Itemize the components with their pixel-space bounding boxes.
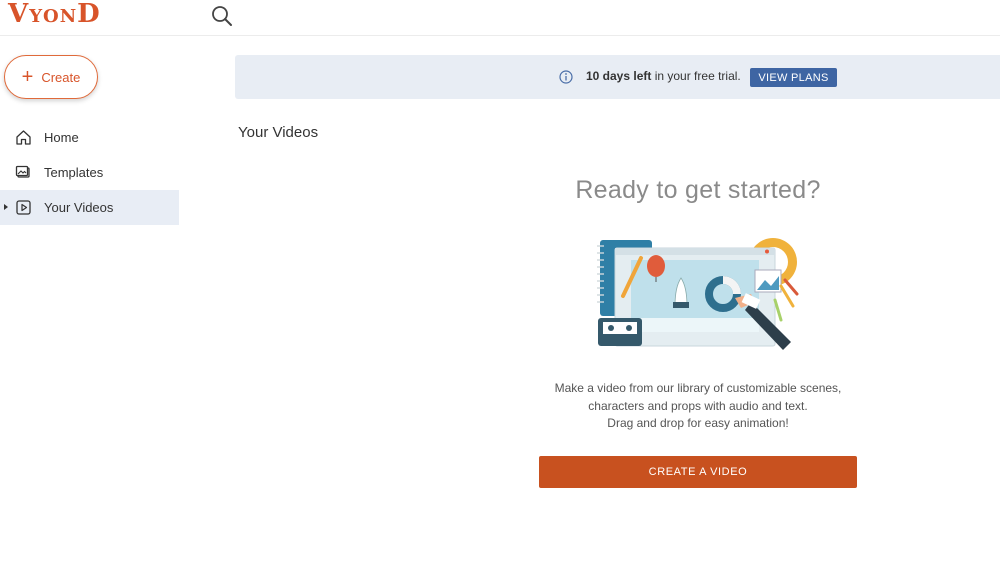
trial-days-left: 10 days left (586, 69, 652, 83)
empty-state-illustration (595, 236, 810, 356)
sidebar-item-templates[interactable]: Templates (0, 155, 179, 190)
description-line: characters and props with audio and text… (588, 398, 808, 413)
page-title: Your Videos (238, 124, 319, 141)
trial-suffix: in your free trial. (651, 69, 741, 83)
trial-banner: 10 days left in your free trial. VIEW PL… (235, 55, 1000, 99)
view-plans-button[interactable]: VIEW PLANS (750, 68, 837, 87)
description-line: Make a video from our library of customi… (554, 381, 842, 395)
sidebar-item-your-videos[interactable]: Your Videos (0, 190, 179, 225)
empty-state-description: Make a video from our library of customi… (520, 380, 876, 433)
sidebar-item-label: Your Videos (44, 200, 114, 215)
plus-icon: + (21, 66, 34, 88)
vyond-logo[interactable]: VYOND (8, 0, 101, 31)
create-button-label: Create (41, 69, 81, 85)
sidebar: + Create Home Templates Your Videos (0, 36, 180, 579)
expand-arrow-icon[interactable] (4, 204, 8, 210)
video-icon (15, 199, 32, 216)
sidebar-item-home[interactable]: Home (0, 120, 179, 155)
search-icon[interactable] (210, 4, 234, 28)
home-icon (15, 129, 32, 146)
trial-message: 10 days left in your free trial. (586, 69, 741, 83)
create-video-button[interactable]: CREATE A VIDEO (539, 456, 857, 488)
top-bar: VYOND (0, 0, 1000, 36)
sidebar-item-label: Templates (44, 165, 104, 180)
sidebar-item-label: Home (44, 130, 79, 145)
description-line: Drag and drop for easy animation! (607, 416, 789, 430)
create-button[interactable]: + Create (4, 55, 98, 99)
empty-state-heading: Ready to get started? (575, 176, 821, 204)
info-icon (559, 70, 573, 84)
templates-icon (15, 164, 32, 181)
